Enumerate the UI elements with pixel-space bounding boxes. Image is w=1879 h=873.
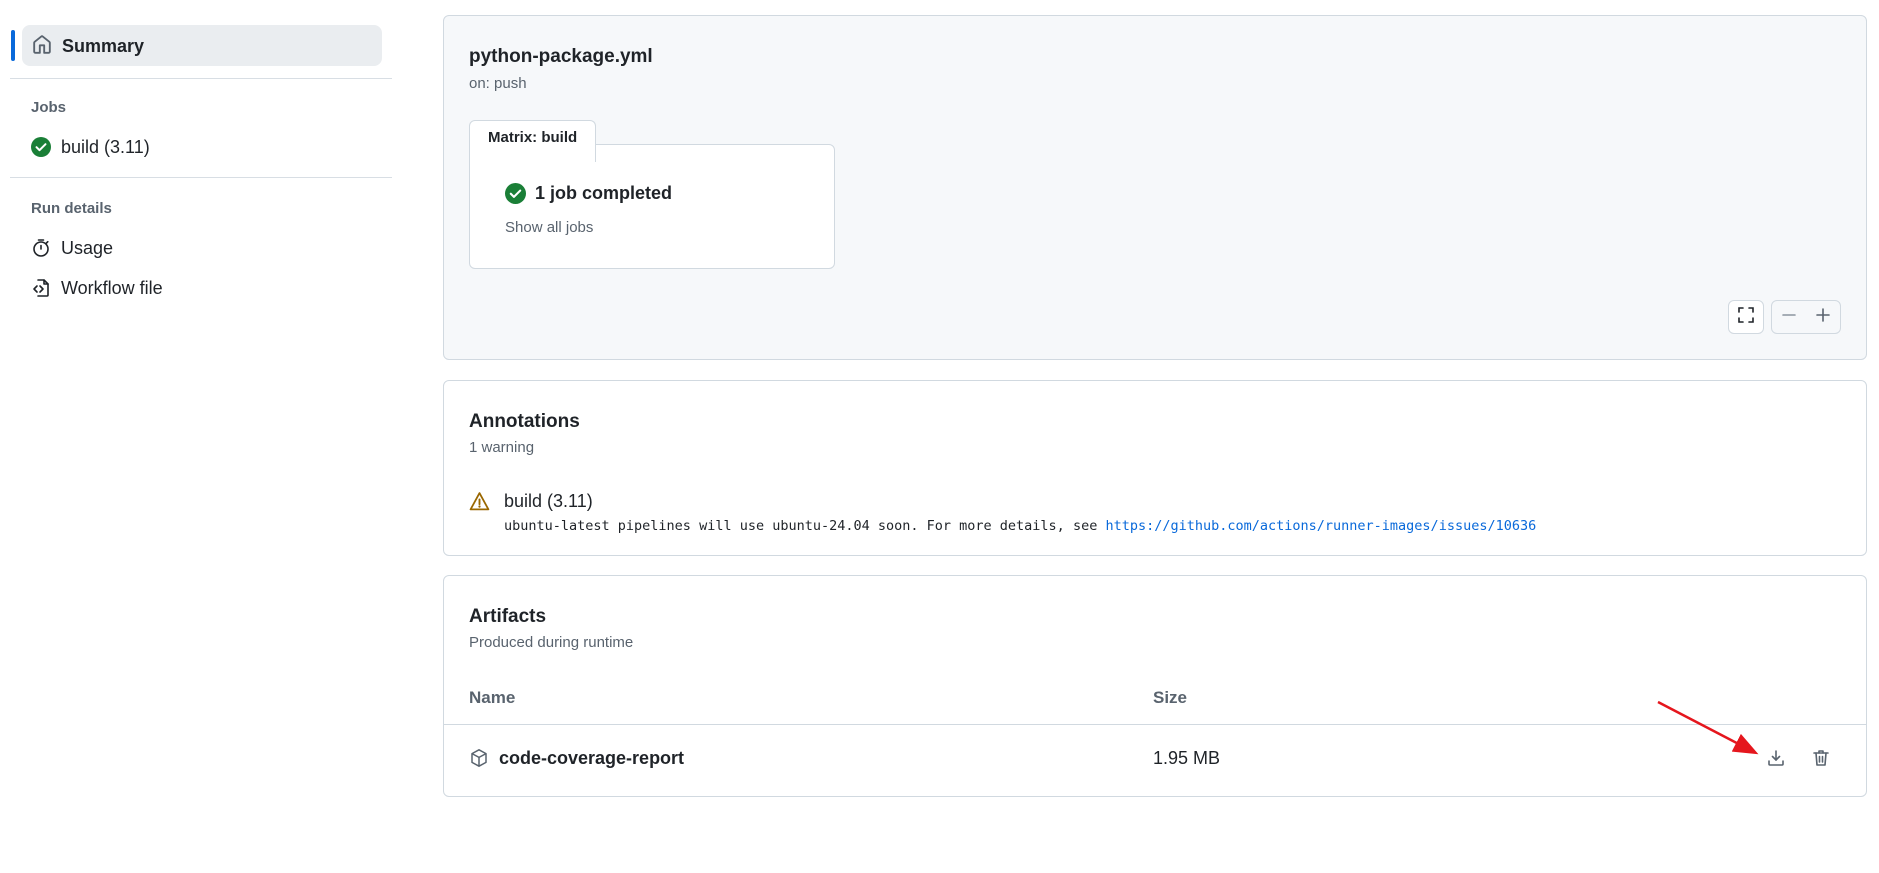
show-all-jobs-link[interactable]: Show all jobs — [505, 219, 593, 236]
download-icon — [1766, 748, 1786, 773]
column-header-name: Name — [469, 688, 516, 707]
warning-icon — [469, 491, 490, 512]
sidebar-item-workflow-file[interactable]: Workflow file — [22, 271, 382, 305]
zoom-controls — [1771, 300, 1841, 334]
annotations-title: Annotations — [469, 411, 580, 432]
trash-icon — [1811, 748, 1831, 773]
fullscreen-button[interactable] — [1728, 300, 1764, 334]
artifacts-subtitle: Produced during runtime — [469, 634, 634, 651]
sidebar-item-usage[interactable]: Usage — [22, 231, 382, 265]
artifacts-card: Artifacts Produced during runtime Name S… — [443, 575, 1867, 797]
sidebar-item-label: Usage — [61, 238, 114, 258]
sidebar-item-label: Summary — [62, 36, 145, 56]
workflow-graph-card: python-package.yml on: push Matrix: buil… — [443, 15, 1867, 360]
workflow-trigger: on: push — [469, 75, 527, 92]
column-header-size: Size — [1153, 688, 1188, 707]
sidebar-item-summary[interactable]: Summary — [22, 25, 382, 66]
annotations-card: Annotations 1 warning build (3.11) ubunt… — [443, 380, 1867, 556]
jobs-heading: Jobs — [31, 99, 67, 116]
sidebar: Summary Jobs build (3.11) Run details Us… — [0, 0, 400, 873]
matrix-job-box[interactable]: 1 job completed Show all jobs — [469, 144, 835, 269]
run-details-heading: Run details — [31, 200, 112, 217]
artifacts-title: Artifacts — [469, 606, 547, 627]
annotations-summary: 1 warning — [469, 439, 535, 456]
table-divider — [444, 724, 1866, 725]
annotation-title[interactable]: build (3.11) — [504, 491, 593, 512]
active-indicator — [11, 30, 15, 61]
delete-artifact-button[interactable] — [1805, 744, 1837, 776]
divider — [10, 177, 392, 178]
minus-icon — [1781, 307, 1797, 328]
download-artifact-button[interactable] — [1760, 744, 1792, 776]
sidebar-item-label: Workflow file — [61, 278, 163, 298]
fullscreen-icon — [1737, 306, 1755, 329]
artifact-name-link[interactable]: code-coverage-report — [499, 748, 684, 769]
divider — [10, 78, 392, 79]
check-circle-icon — [505, 183, 526, 204]
workflow-file-name: python-package.yml — [469, 46, 653, 67]
sidebar-item-build-job[interactable]: build (3.11) — [22, 130, 382, 164]
check-circle-icon — [31, 137, 51, 157]
annotation-message: ubuntu-latest pipelines will use ubuntu-… — [504, 518, 1536, 534]
package-icon — [469, 748, 489, 768]
sidebar-item-label: build (3.11) — [61, 137, 150, 157]
annotation-link[interactable]: https://github.com/actions/runner-images… — [1105, 518, 1536, 534]
file-code-icon — [31, 278, 51, 298]
stopwatch-icon — [31, 238, 51, 258]
plus-icon — [1815, 307, 1831, 328]
artifact-size: 1.95 MB — [1153, 748, 1221, 768]
annotation-message-text: ubuntu-latest pipelines will use ubuntu-… — [504, 518, 1106, 534]
zoom-in-button[interactable] — [1806, 301, 1840, 333]
matrix-tab: Matrix: build — [469, 120, 597, 162]
home-icon — [32, 35, 52, 55]
matrix-status: 1 job completed — [535, 183, 673, 203]
zoom-out-button[interactable] — [1772, 301, 1806, 333]
